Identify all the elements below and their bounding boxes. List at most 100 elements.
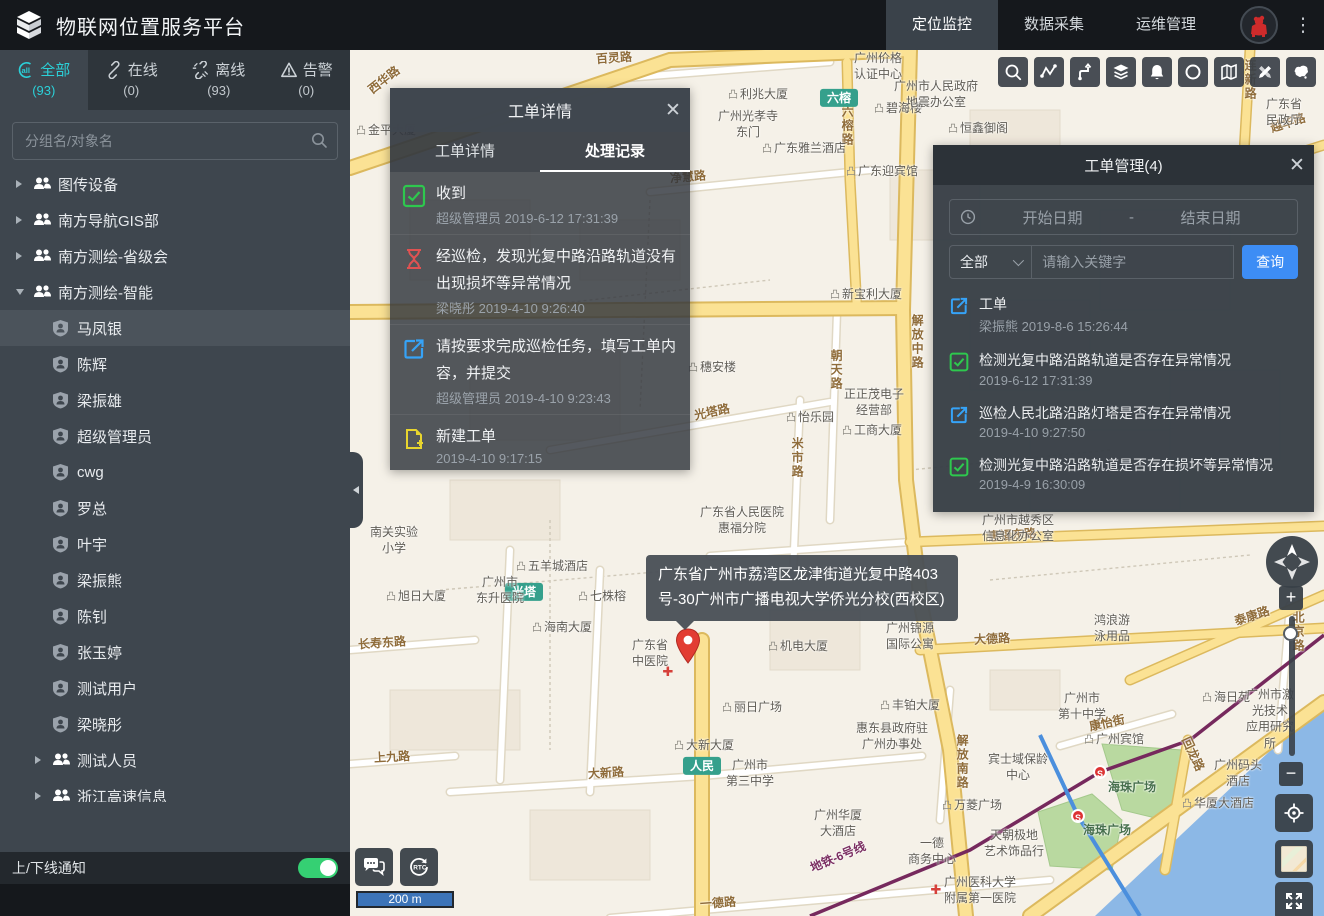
tree-user[interactable]: 叶宇 (0, 526, 350, 562)
route-button[interactable] (1070, 57, 1100, 87)
user-shield-icon (52, 607, 69, 625)
workorder-item[interactable]: 检测光复中路沿路轨道是否存在损坏等异常情况 2019-4-9 16:30:09 (949, 455, 1298, 492)
workorder-item[interactable]: 巡检人民北路沿路灯塔是否存在异常情况 2019-4-10 9:27:50 (949, 403, 1298, 440)
share-square-icon (402, 337, 426, 361)
folded-map-icon (1220, 63, 1238, 81)
broken-link-icon (192, 61, 210, 79)
date-range-input[interactable]: 开始日期 - 结束日期 (949, 199, 1298, 235)
user-shield-icon (52, 391, 69, 409)
chevron-down-icon (1013, 255, 1024, 266)
svg-text:all: all (22, 66, 30, 75)
tree-user[interactable]: 罗总 (0, 490, 350, 526)
caret-icon[interactable] (16, 180, 22, 188)
tab-alarm-count: (0) (263, 83, 351, 98)
chat-bubbles-icon (362, 856, 386, 878)
caret-icon[interactable] (16, 289, 24, 295)
minimap-button[interactable] (1275, 840, 1313, 878)
workorder-item[interactable]: 工单 梁振熊 2019-8-6 15:26:44 (949, 294, 1298, 335)
tree-user[interactable]: 张玉婷 (0, 634, 350, 670)
nav-location-monitor[interactable]: 定位监控 (886, 0, 998, 50)
message-button[interactable] (355, 848, 393, 886)
layers-icon (1112, 63, 1130, 81)
tree-subgroup[interactable]: 浙江高速信息 (0, 778, 350, 802)
timeline-text: 收到 (436, 180, 618, 207)
map-search-button[interactable] (998, 57, 1028, 87)
china-map-button[interactable] (1286, 57, 1316, 87)
app-root: 物联网位置服务平台 定位监控 数据采集 运维管理 ⋮ all 全部 (93) (0, 0, 1324, 916)
kebab-menu-icon[interactable]: ⋮ (1288, 14, 1318, 37)
sidebar-collapse-handle[interactable] (350, 452, 363, 528)
geolocate-button[interactable] (1275, 794, 1313, 832)
workorder-meta: 2019-4-10 9:27:50 (979, 425, 1231, 440)
dialog-title: 工单详情 (390, 98, 656, 122)
tree-user[interactable]: 陈钊 (0, 598, 350, 634)
zoom-out-button[interactable]: − (1279, 762, 1303, 786)
fullscreen-button[interactable] (1275, 882, 1313, 916)
query-button[interactable]: 查询 (1242, 245, 1298, 279)
dialog-close-icon[interactable]: ✕ (656, 99, 690, 122)
check-square-icon (402, 184, 426, 208)
status-tabs: all 全部 (93) 在线 (0) 离线 (93) (0, 50, 350, 110)
map-region-button[interactable] (1214, 57, 1244, 87)
keyword-input[interactable] (1032, 245, 1234, 279)
tab-all[interactable]: all 全部 (93) (0, 50, 88, 110)
tree-user[interactable]: cwg (0, 454, 350, 490)
workorder-item[interactable]: 检测光复中路沿路轨道是否存在异常情况 2019-6-12 17:31:39 (949, 350, 1298, 387)
workorder-meta: 梁振熊 2019-8-6 15:26:44 (979, 316, 1128, 335)
tree-user-selected[interactable]: 马凤银 (0, 310, 350, 346)
tree-subgroup[interactable]: 测试人员 (0, 742, 350, 778)
nav-ops-manage[interactable]: 运维管理 (1110, 0, 1222, 50)
group-icon (33, 212, 52, 228)
zoom-in-button[interactable]: + (1279, 586, 1303, 610)
tab-workorder-detail[interactable]: 工单详情 (390, 132, 540, 172)
tree-group[interactable]: 图传设备 (0, 166, 350, 202)
tab-offline[interactable]: 离线 (93) (175, 50, 263, 110)
caret-icon[interactable] (16, 216, 22, 224)
status-select[interactable]: 全部 (949, 245, 1032, 279)
bell-icon (1148, 63, 1166, 81)
tree-user[interactable]: 超级管理员 (0, 418, 350, 454)
track-playback-button[interactable] (1034, 57, 1064, 87)
geofence-circle-button[interactable] (1178, 57, 1208, 87)
address-tooltip-text: 广东省广州市荔湾区龙津街道光复中路403号-30广州市广播电视大学侨光分校(西校… (646, 555, 958, 621)
user-shield-icon (52, 499, 69, 517)
caret-icon[interactable] (16, 252, 22, 260)
alarm-bell-button[interactable] (1142, 57, 1172, 87)
rtc-button[interactable]: RTC (400, 848, 438, 886)
user-avatar[interactable] (1240, 6, 1278, 44)
tab-online[interactable]: 在线 (0) (88, 50, 176, 110)
nav-data-collect[interactable]: 数据采集 (998, 0, 1110, 50)
tree-user[interactable]: 测试用户 (0, 670, 350, 706)
tree-user[interactable]: 梁振熊 (0, 562, 350, 598)
zoom-slider-handle[interactable] (1283, 626, 1298, 641)
search-icon[interactable] (310, 131, 328, 149)
tree-user[interactable]: 陈辉 (0, 346, 350, 382)
draw-tools-button[interactable] (1250, 57, 1280, 87)
tree-group[interactable]: 南方测绘-省级会 (0, 238, 350, 274)
group-icon (52, 752, 71, 768)
share-square-icon (949, 405, 969, 425)
tree-user[interactable]: 梁晓彤 (0, 706, 350, 742)
notify-toggle[interactable] (298, 858, 338, 878)
timeline-text: 新建工单 (436, 423, 542, 450)
route-icon (1076, 63, 1094, 81)
compass-control[interactable] (1266, 536, 1318, 588)
all-icon: all (17, 61, 35, 79)
panel-close-icon[interactable]: ✕ (1280, 154, 1314, 177)
layers-button[interactable] (1106, 57, 1136, 87)
tab-process-record[interactable]: 处理记录 (540, 132, 690, 172)
search-input[interactable] (12, 122, 338, 160)
dialog-header: 工单详情 ✕ (390, 88, 690, 132)
tree-group[interactable]: 南方导航GIS部 (0, 202, 350, 238)
map-canvas[interactable]: 西华路百灵路六榕路解放中路朝天路米市路光塔路净慧路大德路惠福东路解放南路大新路一… (350, 50, 1324, 916)
caret-icon[interactable] (35, 792, 41, 800)
left-sidebar: all 全部 (93) 在线 (0) 离线 (93) (0, 50, 350, 884)
compass-arrows-icon (1266, 536, 1318, 588)
workorder-meta: 2019-6-12 17:31:39 (979, 373, 1231, 388)
tab-alarm[interactable]: 告警 (0) (263, 50, 351, 110)
workorder-meta: 2019-4-9 16:30:09 (979, 477, 1273, 492)
tree-user[interactable]: 梁振雄 (0, 382, 350, 418)
timeline-meta: 2019-4-10 9:17:15 (436, 451, 542, 466)
tree-group-expanded[interactable]: 南方测绘-智能 (0, 274, 350, 310)
caret-icon[interactable] (35, 756, 41, 764)
